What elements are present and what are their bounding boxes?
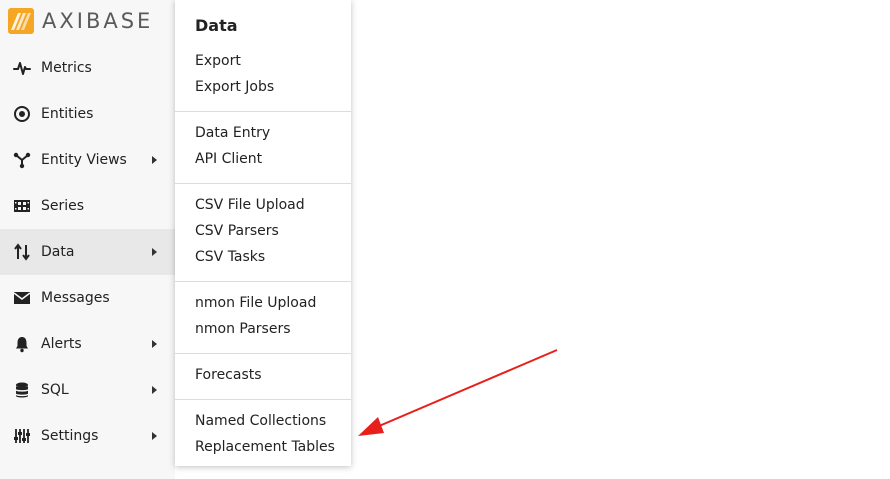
chevron-right-icon [152, 156, 157, 164]
sliders-icon [13, 427, 31, 445]
sidebar: AXIBASE Metrics Entities Entity Views Se… [0, 0, 175, 479]
brand-name: AXIBASE [42, 9, 154, 33]
sidebar-item-messages[interactable]: Messages [0, 275, 175, 321]
menu-divider [175, 353, 351, 354]
menu-item-csv-tasks[interactable]: CSV Tasks [195, 249, 265, 265]
bell-icon [13, 335, 31, 353]
menu-item-export[interactable]: Export [195, 53, 241, 69]
sort-arrows-icon [13, 243, 31, 261]
menu-item-forecasts[interactable]: Forecasts [195, 367, 262, 383]
sidebar-item-label: Entity Views [41, 152, 127, 168]
sidebar-item-metrics[interactable]: Metrics [0, 45, 175, 91]
sidebar-item-data[interactable]: Data [0, 229, 175, 275]
menu-item-csv-file-upload[interactable]: CSV File Upload [195, 197, 305, 213]
chevron-right-icon [152, 340, 157, 348]
menu-item-export-jobs[interactable]: Export Jobs [195, 79, 274, 95]
menu-item-replacement-tables[interactable]: Replacement Tables [195, 439, 335, 455]
menu-divider [175, 399, 351, 400]
sidebar-item-entities[interactable]: Entities [0, 91, 175, 137]
axibase-logo-icon [8, 8, 34, 34]
menu-item-nmon-file-upload[interactable]: nmon File Upload [195, 295, 316, 311]
menu-divider [175, 111, 351, 112]
sidebar-item-label: Metrics [41, 60, 92, 76]
menu-item-csv-parsers[interactable]: CSV Parsers [195, 223, 279, 239]
submenu-title: Data [195, 16, 238, 35]
sidebar-nav: Metrics Entities Entity Views Series Dat… [0, 45, 175, 459]
chevron-right-icon [152, 432, 157, 440]
menu-item-api-client[interactable]: API Client [195, 151, 262, 167]
sidebar-item-label: Alerts [41, 336, 82, 352]
share-nodes-icon [13, 151, 31, 169]
sidebar-item-settings[interactable]: Settings [0, 413, 175, 459]
brand-logo[interactable]: AXIBASE [8, 8, 153, 34]
chevron-right-icon [152, 386, 157, 394]
database-icon [13, 381, 31, 399]
sidebar-item-entity-views[interactable]: Entity Views [0, 137, 175, 183]
sidebar-item-label: Entities [41, 106, 94, 122]
envelope-icon [13, 289, 31, 307]
annotation-arrow [358, 349, 558, 436]
sidebar-item-sql[interactable]: SQL [0, 367, 175, 413]
sidebar-item-label: SQL [41, 382, 69, 398]
menu-divider [175, 281, 351, 282]
sidebar-item-label: Messages [41, 290, 110, 306]
pulse-icon [13, 59, 31, 77]
sidebar-item-series[interactable]: Series [0, 183, 175, 229]
sidebar-item-label: Data [41, 244, 75, 260]
menu-item-named-collections[interactable]: Named Collections [195, 413, 326, 429]
sidebar-item-label: Settings [41, 428, 99, 444]
menu-divider [175, 183, 351, 184]
data-submenu: Data Export Export Jobs Data Entry API C… [175, 0, 351, 466]
sidebar-item-label: Series [41, 198, 85, 214]
target-icon [13, 105, 31, 123]
menu-item-nmon-parsers[interactable]: nmon Parsers [195, 321, 291, 337]
menu-item-data-entry[interactable]: Data Entry [195, 125, 270, 141]
film-strip-icon [13, 197, 31, 215]
chevron-right-icon [152, 248, 157, 256]
sidebar-item-alerts[interactable]: Alerts [0, 321, 175, 367]
